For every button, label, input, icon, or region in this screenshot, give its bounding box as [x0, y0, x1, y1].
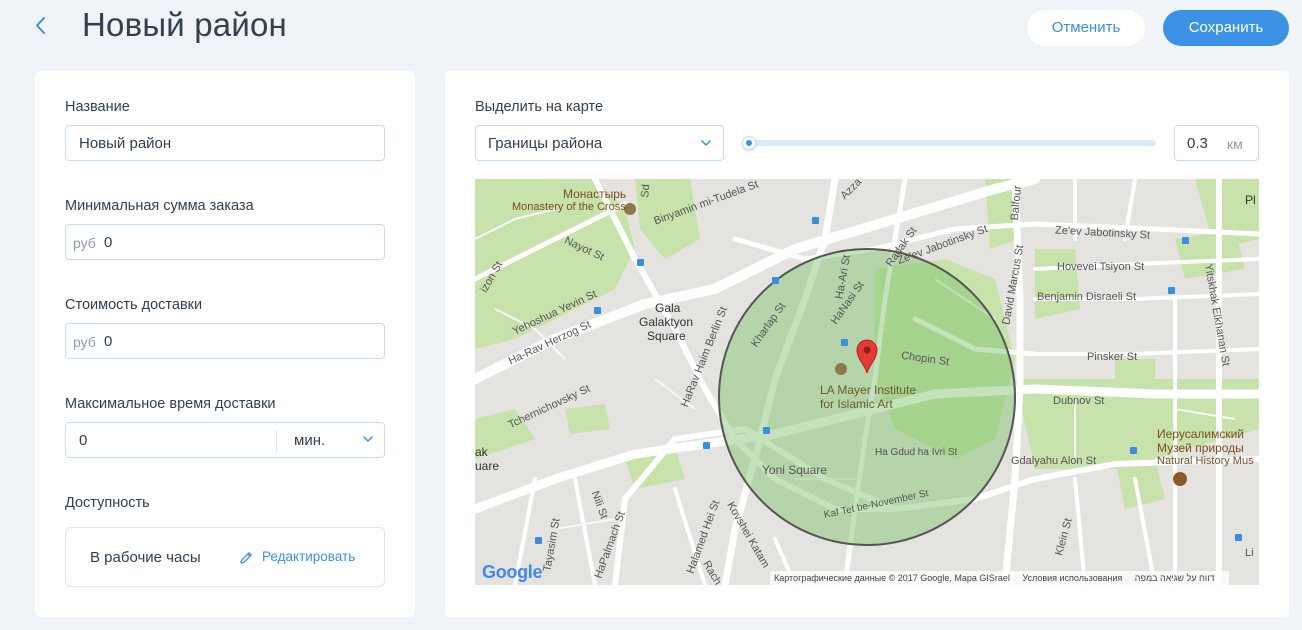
- min-order-currency: руб: [73, 235, 96, 251]
- map-attribution: Картографические данные © 2017 Google, M…: [770, 571, 1229, 585]
- google-logo: Google: [482, 562, 543, 582]
- availability-box: В рабочие часы Редактировать: [65, 527, 385, 587]
- chevron-left-icon: [36, 17, 45, 34]
- delivery-cost-field[interactable]: руб 0: [65, 323, 385, 359]
- min-order-value: 0: [104, 234, 113, 251]
- area-mode-value: Границы района: [488, 135, 603, 152]
- map-label-yoni: Yoni Square: [762, 463, 827, 477]
- back-button[interactable]: [30, 12, 54, 40]
- max-time-label: Максимальное время доставки: [65, 396, 276, 412]
- radius-slider[interactable]: [742, 136, 1156, 150]
- field-divider: [276, 430, 277, 452]
- name-field[interactable]: Новый район: [65, 125, 385, 161]
- map-card: Выделить на карте Границы района 0.3 км: [445, 71, 1289, 617]
- min-order-field[interactable]: руб 0: [65, 224, 385, 260]
- street-tsiyon: Hovevei Tsiyon St: [1057, 261, 1145, 273]
- map-view[interactable]: Монастырь Monastery of the Cross Gala Ga…: [475, 179, 1259, 585]
- page-header: Новый район Отменить Сохранить: [0, 0, 1302, 56]
- map-report-link[interactable]: דווח על שגיאה במפה: [1135, 573, 1215, 583]
- map-label-pl: Pl: [1245, 193, 1256, 207]
- save-button[interactable]: Сохранить: [1163, 10, 1289, 46]
- radius-input[interactable]: 0.3 км: [1174, 125, 1259, 161]
- radius-value: 0.3: [1187, 135, 1208, 152]
- map-label-museum-1: Иерусалимский: [1157, 427, 1244, 441]
- name-value: Новый район: [79, 135, 172, 152]
- min-order-label: Минимальная сумма заказа: [65, 198, 254, 214]
- chevron-down-icon: [701, 140, 711, 146]
- name-label: Название: [65, 99, 130, 115]
- map-label-gala-3: Square: [647, 329, 686, 343]
- radius-unit: км: [1227, 136, 1243, 152]
- street-pinsker: Pinsker St: [1087, 351, 1138, 363]
- max-time-unit-select[interactable]: мин.: [294, 432, 325, 449]
- delivery-cost-label: Стоимость доставки: [65, 297, 203, 313]
- map-label-uare: uare: [475, 459, 500, 473]
- map-label-li: Li: [1245, 547, 1254, 559]
- map-label-museum-2: Музей природы: [1157, 441, 1244, 455]
- max-time-field[interactable]: 0 мин.: [65, 422, 385, 458]
- map-label-monastery-en: Monastery of the Cross: [512, 201, 626, 213]
- area-mode-dropdown[interactable]: Границы района: [475, 125, 724, 161]
- pencil-icon: [240, 552, 252, 564]
- street-disraeli: Benjamin Disraeli St: [1037, 291, 1137, 303]
- street-dubnov: Dubnov St: [1053, 395, 1105, 407]
- edit-label: Редактировать: [262, 549, 356, 564]
- map-select-label: Выделить на карте: [475, 99, 604, 115]
- area-settings-card: Название Новый район Минимальная сумма з…: [35, 71, 415, 617]
- slider-handle[interactable]: [742, 136, 756, 150]
- street-sd: Sd: [639, 183, 653, 199]
- map-label-ak: ak: [475, 445, 488, 459]
- map-label-monastery: Монастырь: [563, 187, 627, 201]
- availability-value: В рабочие часы: [90, 549, 201, 566]
- map-label-la-mayer-1: LA Mayer Institute: [820, 383, 917, 397]
- delivery-cost-value: 0: [104, 333, 113, 350]
- cancel-button[interactable]: Отменить: [1027, 10, 1145, 46]
- map-label-la-mayer-2: for Islamic Art: [820, 397, 893, 411]
- street-gdud: Ha Gdud ha Ivri St: [875, 447, 958, 458]
- map-label-gala-2: Galaktyon: [639, 315, 694, 329]
- street-alon: Gdalyahu Alon St: [1011, 455, 1097, 467]
- map-label-museum-3: Natural History Mus: [1157, 455, 1254, 467]
- max-time-value: 0: [79, 432, 88, 449]
- delivery-cost-currency: руб: [73, 334, 96, 350]
- map-label-gala-1: Gala: [655, 301, 681, 315]
- availability-label: Доступность: [65, 495, 150, 511]
- map-data-credit: Картографические данные © 2017 Google, M…: [774, 573, 1010, 583]
- map-terms-link[interactable]: Условия использования: [1022, 573, 1122, 583]
- slider-track: [748, 140, 1156, 146]
- chevron-down-icon[interactable]: [362, 434, 374, 444]
- page-title: Новый район: [82, 6, 287, 43]
